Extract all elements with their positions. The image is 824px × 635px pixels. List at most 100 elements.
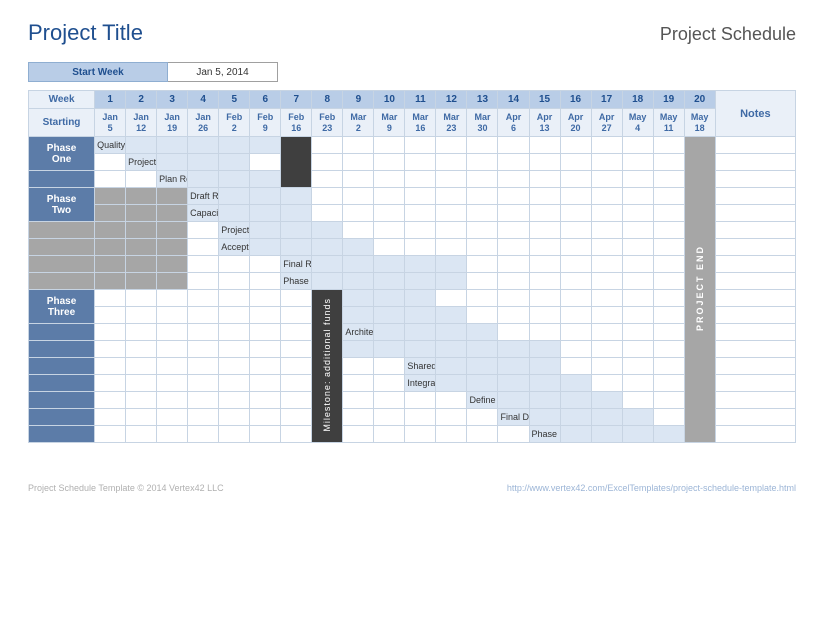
empty-cell bbox=[560, 307, 591, 324]
phase-three-spacer bbox=[29, 358, 95, 375]
empty-cell bbox=[622, 171, 653, 188]
header-week-date: Jan12 bbox=[126, 109, 157, 137]
task-label: Phase Review and Approval bbox=[283, 273, 312, 290]
phase-shade-cell bbox=[95, 205, 126, 222]
empty-cell bbox=[374, 375, 405, 392]
empty-cell bbox=[653, 375, 684, 392]
empty-cell bbox=[591, 375, 622, 392]
phase-shade-cell bbox=[126, 188, 157, 205]
task-bar-cell bbox=[498, 341, 529, 358]
notes-cell[interactable] bbox=[715, 307, 795, 324]
empty-cell bbox=[219, 358, 250, 375]
empty-cell bbox=[622, 290, 653, 307]
project-end-marker: PROJECT END bbox=[684, 137, 715, 443]
phase-two-spacer bbox=[29, 273, 95, 290]
task-bar-cell bbox=[436, 341, 467, 358]
notes-cell[interactable] bbox=[715, 392, 795, 409]
notes-cell[interactable] bbox=[715, 137, 795, 154]
empty-cell bbox=[436, 154, 467, 171]
empty-cell bbox=[653, 222, 684, 239]
empty-cell bbox=[343, 375, 374, 392]
start-week-label: Start Week bbox=[28, 62, 168, 82]
notes-cell[interactable] bbox=[715, 409, 795, 426]
empty-cell bbox=[250, 375, 281, 392]
empty-cell bbox=[498, 290, 529, 307]
empty-cell bbox=[188, 324, 219, 341]
empty-cell bbox=[467, 426, 498, 443]
empty-cell bbox=[281, 324, 312, 341]
empty-cell bbox=[436, 188, 467, 205]
empty-cell bbox=[560, 341, 591, 358]
notes-cell[interactable] bbox=[715, 256, 795, 273]
task-bar-cell bbox=[281, 222, 312, 239]
empty-cell bbox=[157, 409, 188, 426]
phase-shade-cell bbox=[157, 273, 188, 290]
empty-cell bbox=[95, 171, 126, 188]
task-bar-cell bbox=[374, 307, 405, 324]
notes-cell[interactable] bbox=[715, 188, 795, 205]
empty-cell bbox=[219, 409, 250, 426]
empty-cell bbox=[498, 222, 529, 239]
task-bar-cell bbox=[591, 392, 622, 409]
phase-shade-cell bbox=[126, 239, 157, 256]
task-bar-cell bbox=[498, 358, 529, 375]
empty-cell bbox=[157, 324, 188, 341]
header-week-num: 6 bbox=[250, 91, 281, 109]
task-bar-cell bbox=[467, 324, 498, 341]
notes-cell[interactable] bbox=[715, 324, 795, 341]
empty-cell bbox=[653, 409, 684, 426]
notes-cell[interactable] bbox=[715, 222, 795, 239]
empty-cell bbox=[498, 307, 529, 324]
empty-cell bbox=[126, 392, 157, 409]
task-bar-cell bbox=[436, 358, 467, 375]
empty-cell bbox=[126, 171, 157, 188]
empty-cell bbox=[529, 307, 560, 324]
notes-cell[interactable] bbox=[715, 426, 795, 443]
phase-shade-cell bbox=[126, 205, 157, 222]
empty-cell bbox=[498, 154, 529, 171]
notes-cell[interactable] bbox=[715, 358, 795, 375]
empty-cell bbox=[343, 154, 374, 171]
empty-cell bbox=[653, 324, 684, 341]
empty-cell bbox=[591, 290, 622, 307]
empty-cell bbox=[157, 426, 188, 443]
empty-cell bbox=[374, 171, 405, 188]
notes-cell[interactable] bbox=[715, 239, 795, 256]
header-week-date: Mar9 bbox=[374, 109, 405, 137]
empty-cell bbox=[188, 290, 219, 307]
phase-shade-cell bbox=[126, 273, 157, 290]
notes-cell[interactable] bbox=[715, 273, 795, 290]
empty-cell bbox=[95, 426, 126, 443]
footer-link[interactable]: http://www.vertex42.com/ExcelTemplates/p… bbox=[507, 483, 796, 493]
empty-cell bbox=[95, 307, 126, 324]
phase-two-label: PhaseTwo bbox=[29, 188, 95, 222]
notes-cell[interactable] bbox=[715, 154, 795, 171]
empty-cell bbox=[622, 256, 653, 273]
empty-cell bbox=[653, 188, 684, 205]
notes-cell[interactable] bbox=[715, 375, 795, 392]
header-week-num: 8 bbox=[312, 91, 343, 109]
task-bar-cell: Acceptance Test Plan bbox=[219, 239, 250, 256]
notes-cell[interactable] bbox=[715, 205, 795, 222]
notes-cell[interactable] bbox=[715, 341, 795, 358]
empty-cell bbox=[591, 256, 622, 273]
header-week-date: Mar2 bbox=[343, 109, 374, 137]
notes-cell[interactable] bbox=[715, 171, 795, 188]
task-bar-cell bbox=[529, 409, 560, 426]
empty-cell bbox=[250, 392, 281, 409]
empty-cell bbox=[560, 222, 591, 239]
empty-cell bbox=[250, 426, 281, 443]
empty-cell bbox=[436, 426, 467, 443]
empty-cell bbox=[591, 154, 622, 171]
notes-cell[interactable] bbox=[715, 290, 795, 307]
task-bar-cell bbox=[374, 256, 405, 273]
phase-two-spacer bbox=[29, 239, 95, 256]
task-bar-cell bbox=[436, 307, 467, 324]
start-week-value[interactable]: Jan 5, 2014 bbox=[168, 62, 278, 82]
empty-cell bbox=[467, 205, 498, 222]
empty-cell bbox=[343, 222, 374, 239]
phase-three-spacer bbox=[29, 341, 95, 358]
task-bar-cell bbox=[436, 256, 467, 273]
empty-cell bbox=[312, 137, 343, 154]
task-bar-cell bbox=[188, 171, 219, 188]
